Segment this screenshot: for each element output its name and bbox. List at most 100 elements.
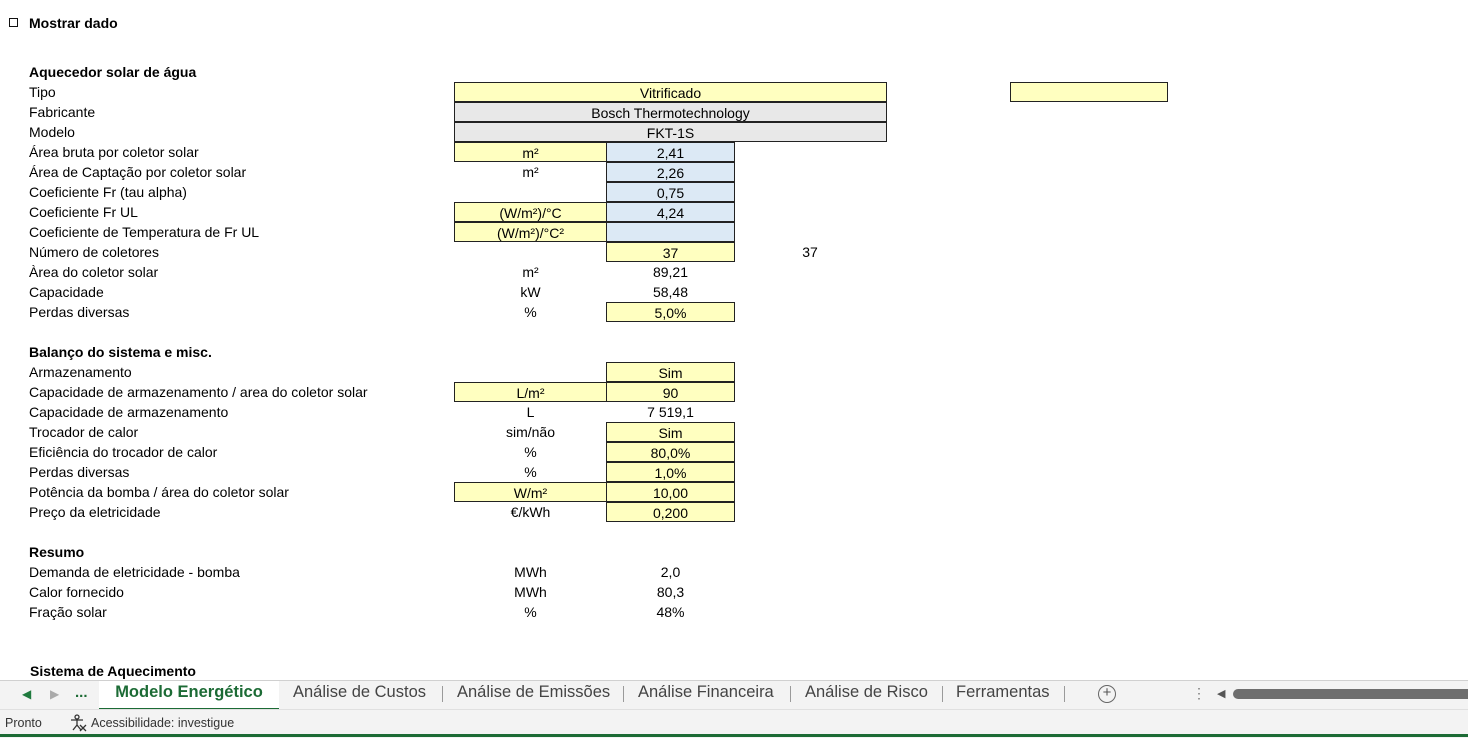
tab-separator	[790, 686, 791, 702]
value-cell[interactable]: Sim	[606, 422, 735, 442]
row-label: Àrea do coletor solar	[29, 264, 159, 280]
row-cap-area: Capacidade de armazenamento / area do co…	[0, 382, 1468, 402]
tab-analise-risco[interactable]: Análise de Risco	[805, 681, 928, 708]
row-label: Capacidade de armazenamento / area do co…	[29, 384, 368, 400]
row-area-captacao: Área de Captação por coletor solar m² 2,…	[0, 162, 1468, 182]
row-capacidade: Capacidade kW 58,48	[0, 282, 1468, 302]
row-armazenamento: Armazenamento Sim	[0, 362, 1468, 382]
value-cell[interactable]: 90	[606, 382, 735, 402]
unit-cell[interactable]: (W/m²)/°C²	[454, 222, 607, 242]
tab-analise-custos[interactable]: Análise de Custos	[293, 681, 426, 708]
value-cell[interactable]: 2,41	[606, 142, 735, 162]
value-cell[interactable]: 0,75	[606, 182, 735, 202]
row-label: Coeficiente Fr (tau alpha)	[29, 184, 187, 200]
row-tipo: Tipo Vitrificado	[0, 82, 1468, 102]
tipo-dropdown[interactable]: Vitrificado	[454, 82, 887, 102]
tab-separator	[623, 686, 624, 702]
section-heating-header: Sistema de Aquecimento	[0, 661, 1468, 681]
extra-input-cell[interactable]	[1010, 82, 1168, 102]
unit-cell: %	[524, 444, 537, 460]
tab-ferramentas[interactable]: Ferramentas	[956, 681, 1050, 708]
accessibility-icon[interactable]	[69, 714, 87, 732]
value-cell[interactable]	[606, 222, 735, 242]
tab-analise-financeira[interactable]: Análise Financeira	[638, 681, 774, 708]
more-sheets-button[interactable]: ...	[75, 682, 88, 709]
row-num-coletores: Número de coletores 37 37	[0, 242, 1468, 262]
value-cell: 7 519,1	[647, 404, 694, 420]
row-demanda: Demanda de eletricidade - bomba MWh 2,0	[0, 562, 1468, 582]
row-trocador: Trocador de calor sim/não Sim	[0, 422, 1468, 442]
row-label: Potência da bomba / área do coletor sola…	[29, 484, 289, 500]
row-label: Área de Captação por coletor solar	[29, 164, 247, 180]
row-label: Perdas diversas	[29, 304, 130, 320]
next-sheet-icon[interactable]: ▶	[50, 687, 59, 701]
tab-separator	[942, 686, 943, 702]
row-potencia: Potência da bomba / área do coletor sola…	[0, 482, 1468, 502]
row-eficiencia: Eficiência do trocador de calor % 80,0%	[0, 442, 1468, 462]
value-cell: 2,0	[660, 564, 681, 580]
value-cell[interactable]: 1,0%	[606, 462, 735, 482]
value-cell[interactable]: 0,200	[606, 502, 735, 522]
unit-cell: MWh	[514, 584, 547, 600]
row-area-coletor: Àrea do coletor solar m² 89,21	[0, 262, 1468, 282]
unit-cell: %	[524, 464, 537, 480]
show-data-label: Mostrar dado	[29, 15, 118, 31]
unit-cell[interactable]: m²	[454, 142, 607, 162]
section-solar-heater-header: Aquecedor solar de água	[0, 62, 1468, 82]
row-label: Número de coletores	[29, 244, 159, 260]
value-cell[interactable]: Sim	[606, 362, 735, 382]
row-cap-arm: Capacidade de armazenamento L 7 519,1	[0, 402, 1468, 422]
sheet-tab-bar: ◀ ▶ ... Modelo Energético Análise de Cus…	[0, 680, 1468, 711]
accessibility-status[interactable]: Acessibilidade: investigue	[91, 716, 234, 730]
section-title: Resumo	[29, 544, 85, 560]
row-label: Coeficiente de Temperatura de Fr UL	[29, 224, 260, 240]
row-label: Trocador de calor	[29, 424, 139, 440]
row-label: Tipo	[29, 84, 56, 100]
row-temp-fr-ul: Coeficiente de Temperatura de Fr UL (W/m…	[0, 222, 1468, 242]
unit-cell[interactable]: L/m²	[454, 382, 607, 402]
tab-modelo-energetico[interactable]: Modelo Energético	[99, 681, 279, 711]
row-label: Capacidade de armazenamento	[29, 404, 229, 420]
unit-cell[interactable]: W/m²	[454, 482, 607, 502]
value-cell[interactable]: 80,0%	[606, 442, 735, 462]
row-label: Preço da eletricidade	[29, 504, 161, 520]
row-perdas-2: Perdas diversas % 1,0%	[0, 462, 1468, 482]
status-ready: Pronto	[5, 716, 42, 730]
row-calor: Calor fornecido MWh 80,3	[0, 582, 1468, 602]
value-cell: 48%	[656, 604, 685, 620]
unit-cell: €/kWh	[510, 504, 551, 520]
value-cell[interactable]: 5,0%	[606, 302, 735, 322]
row-fracao: Fração solar % 48%	[0, 602, 1468, 622]
row-label: Eficiência do trocador de calor	[29, 444, 218, 460]
row-label: Capacidade	[29, 284, 104, 300]
value-cell[interactable]: 37	[606, 242, 735, 262]
resize-handle-icon[interactable]: ⋮	[1192, 685, 1206, 702]
fabricante-dropdown[interactable]: Bosch Thermotechnology	[454, 102, 887, 122]
row-preco: Preço da eletricidade €/kWh 0,200	[0, 502, 1468, 522]
row-fabricante: Fabricante Bosch Thermotechnology	[0, 102, 1468, 122]
modelo-dropdown[interactable]: FKT-1S	[454, 122, 887, 142]
row-label: Perdas diversas	[29, 464, 130, 480]
section-title: Sistema de Aquecimento	[30, 663, 196, 679]
value-cell[interactable]: 4,24	[606, 202, 735, 222]
section-balance-header: Balanço do sistema e misc.	[0, 342, 1468, 362]
horizontal-scrollbar[interactable]	[1233, 689, 1468, 699]
value-cell: 89,21	[652, 264, 689, 280]
show-data-checkbox[interactable]	[9, 18, 18, 27]
prev-sheet-icon[interactable]: ◀	[22, 687, 31, 701]
row-label: Fabricante	[29, 104, 96, 120]
scroll-left-icon[interactable]: ◀	[1217, 687, 1225, 700]
add-sheet-icon[interactable]: +	[1098, 685, 1116, 703]
tab-analise-emissoes[interactable]: Análise de Emissões	[457, 681, 610, 708]
value-cell[interactable]: 10,00	[606, 482, 735, 502]
worksheet-grid: Mostrar dado Aquecedor solar de água Tip…	[0, 0, 1468, 680]
row-label: Armazenamento	[29, 364, 132, 380]
unit-cell: %	[524, 304, 537, 320]
value-cell[interactable]: 2,26	[606, 162, 735, 182]
unit-cell: m²	[522, 164, 539, 180]
row-label: Demanda de eletricidade - bomba	[29, 564, 240, 580]
unit-cell[interactable]: (W/m²)/°C	[454, 202, 607, 222]
row-perdas-1: Perdas diversas % 5,0%	[0, 302, 1468, 322]
unit-cell: m²	[522, 264, 539, 280]
row-label: Área bruta por coletor solar	[29, 144, 199, 160]
